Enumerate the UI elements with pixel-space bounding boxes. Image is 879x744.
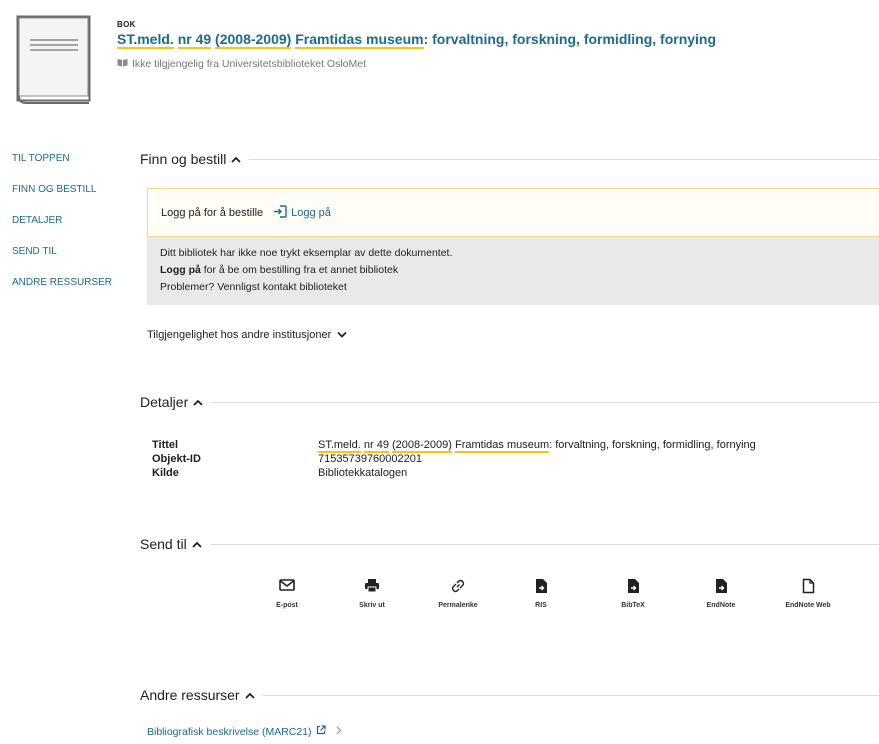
send-print-button[interactable]: Skriv ut: [332, 578, 412, 609]
info-line: Ditt bibliotek har ikke noe trykt eksemp…: [160, 247, 453, 259]
chevron-up-icon: [231, 156, 242, 163]
send-endnote-web-button[interactable]: EndNote Web: [768, 578, 848, 609]
section-divider: [209, 543, 879, 545]
detail-title-part-2[interactable]: nr 49: [363, 439, 389, 453]
login-link-label: Logg på: [291, 206, 331, 219]
nav-item-andre-ressurser[interactable]: ANDRE RESSURSER: [0, 270, 118, 301]
section-title: Finn og bestill: [140, 151, 227, 167]
send-label: EndNote: [706, 602, 736, 609]
section-divider: [262, 694, 879, 696]
detail-label: Objekt-ID: [152, 453, 201, 465]
info-line: Problemer? Vennligst kontakt biblioteket: [160, 281, 347, 293]
section-title: Andre ressurser: [140, 687, 240, 703]
file-export-icon: [593, 578, 673, 596]
book-cover-icon: [16, 15, 91, 105]
book-open-icon: [117, 58, 128, 70]
nav-item-detaljer[interactable]: DETALJER: [0, 208, 118, 239]
file-outline-icon: [768, 578, 848, 596]
detail-title-value: ST.meld. nr 49 (2008-2009) Framtidas mus…: [318, 438, 756, 453]
title-part-4: Framtidas museum: [295, 31, 424, 49]
detail-title-part-4[interactable]: Framtidas museum: [455, 439, 550, 453]
section-andre-ressurser-header[interactable]: Andre ressurser: [140, 685, 879, 705]
holdings-info: Ditt bibliotek har ikke noe trykt eksemp…: [147, 237, 879, 305]
login-box: Logg på for å bestille Logg på: [147, 188, 879, 237]
detail-row-source: Kilde Bibliotekkatalogen: [152, 466, 756, 480]
section-divider: [249, 158, 879, 160]
send-endnote-button[interactable]: EndNote: [681, 578, 761, 609]
send-label: RIS: [535, 602, 547, 609]
availability-status: Ikke tilgjengelig fra Universitetsbiblio…: [117, 58, 366, 70]
chevron-down-icon: [337, 329, 347, 341]
availability-text: Ikke tilgjengelig fra Universitetsbiblio…: [132, 58, 367, 70]
detail-title-part-3[interactable]: (2008-2009): [392, 439, 452, 453]
print-icon: [332, 578, 412, 596]
send-label: E-post: [276, 602, 298, 609]
info-line-request: Logg på for å be om bestilling fra et an…: [160, 262, 866, 279]
file-export-icon: [681, 578, 761, 596]
other-institutions-toggle[interactable]: Tilgjengelighet hos andre institusjoner: [147, 329, 347, 341]
nav-item-finn-og-bestill[interactable]: FINN OG BESTILL: [0, 177, 118, 208]
section-divider: [211, 401, 879, 403]
send-permalink-button[interactable]: Permalenke: [418, 578, 498, 609]
file-export-icon: [501, 578, 581, 596]
email-icon: [247, 578, 327, 596]
link-icon: [418, 578, 498, 596]
section-finn-og-bestill-header[interactable]: Finn og bestill: [140, 149, 879, 169]
section-nav: TIL TOPPEN FINN OG BESTILL DETALJER SEND…: [0, 146, 118, 301]
details-list: Tittel ST.meld. nr 49 (2008-2009) Framti…: [152, 438, 756, 480]
chevron-right-icon: [336, 726, 342, 738]
section-title: Send til: [140, 536, 187, 552]
login-link[interactable]: Logg på: [273, 204, 331, 221]
send-ris-button[interactable]: RIS: [501, 578, 581, 609]
marc21-link-label: Bibliografisk beskrivelse (MARC21): [147, 725, 312, 738]
sign-in-icon: [273, 204, 287, 221]
send-label: Permalenke: [438, 602, 478, 609]
detail-label: Kilde: [152, 467, 179, 479]
other-institutions-label: Tilgjengelighet hos andre institusjoner: [147, 329, 332, 341]
nav-item-til-toppen[interactable]: TIL TOPPEN: [0, 146, 118, 177]
record-title-link[interactable]: ST.meld. nr 49 (2008-2009) Framtidas mus…: [117, 31, 717, 49]
section-detaljer-header[interactable]: Detaljer: [140, 392, 879, 412]
section-title: Detaljer: [140, 394, 189, 410]
detail-value: Bibliotekkatalogen: [318, 467, 408, 479]
external-link-icon: [316, 725, 326, 738]
send-bibtex-button[interactable]: BibTeX: [593, 578, 673, 609]
send-label: BibTeX: [621, 602, 645, 609]
info-login-link[interactable]: Logg på: [160, 264, 201, 276]
title-part-2: nr 49: [177, 31, 212, 49]
title-part-1: ST.meld.: [117, 31, 174, 49]
info-line-text: for å be om bestilling fra et annet bibl…: [200, 264, 399, 276]
chevron-up-icon: [244, 692, 255, 699]
title-part-5: : forvaltning, forskning, formidling, fo…: [423, 31, 717, 47]
detail-value: 71535739760002201: [318, 453, 423, 465]
detail-row-id: Objekt-ID 71535739760002201: [152, 452, 756, 466]
title-part-3: (2008-2009): [215, 31, 292, 49]
chevron-up-icon: [193, 399, 203, 406]
detail-title-part-5: : forvaltning, forskning, formidling, fo…: [549, 439, 756, 451]
marc21-link[interactable]: Bibliografisk beskrivelse (MARC21): [147, 725, 342, 738]
detail-row-title: Tittel ST.meld. nr 49 (2008-2009) Framti…: [152, 438, 756, 453]
detail-label: Tittel: [152, 439, 179, 451]
login-prompt: Logg på for å bestille: [161, 206, 264, 219]
send-label: Skriv ut: [359, 602, 385, 609]
record-type: BOK: [117, 20, 136, 29]
nav-item-send-til[interactable]: SEND TIL: [0, 239, 118, 270]
send-label: EndNote Web: [785, 602, 831, 609]
detail-title-part-1[interactable]: ST.meld.: [318, 439, 361, 453]
chevron-up-icon: [192, 541, 202, 548]
send-email-button[interactable]: E-post: [247, 578, 327, 609]
section-send-til-header[interactable]: Send til: [140, 534, 879, 554]
